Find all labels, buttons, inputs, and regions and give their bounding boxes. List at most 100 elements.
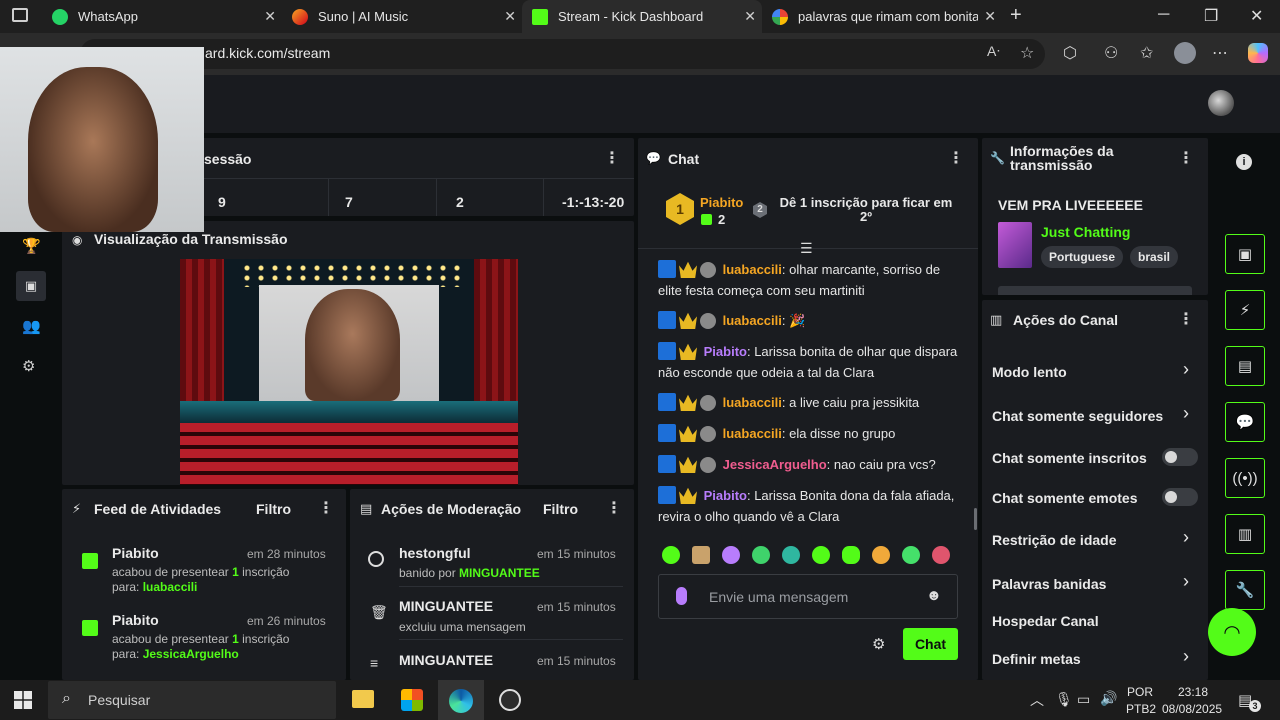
microsoft-store-icon[interactable] xyxy=(401,689,423,711)
close-icon[interactable]: ✕ xyxy=(264,8,276,25)
emote-icon[interactable] xyxy=(662,546,680,564)
channel-actions-button[interactable]: ▥ xyxy=(1225,514,1265,554)
url-input[interactable]: ard.kick.com/stream xyxy=(80,39,1045,69)
taskbar-search-box[interactable]: ⌕ Pesquisar xyxy=(48,681,336,719)
users-icon[interactable]: 👥 xyxy=(22,317,41,335)
clock-time[interactable]: 23:18 xyxy=(1178,685,1208,699)
emote-icon[interactable] xyxy=(692,546,710,564)
emote-icon[interactable] xyxy=(812,546,830,564)
maximize-icon[interactable]: ❐ xyxy=(1204,6,1218,26)
stream-video[interactable] xyxy=(180,259,518,485)
language-indicator[interactable]: POR xyxy=(1127,685,1153,699)
user-avatar[interactable] xyxy=(1208,90,1234,116)
info-icon[interactable]: i xyxy=(1236,154,1252,170)
close-icon[interactable]: ✕ xyxy=(744,8,756,25)
session-menu-icon[interactable]: ⋮ xyxy=(604,148,620,168)
favorite-star-icon[interactable]: ☆ xyxy=(1020,43,1034,63)
chat-filter-icon[interactable]: ☰ xyxy=(800,240,813,257)
chat-username[interactable]: luabaccili xyxy=(723,426,782,441)
action-set-goals[interactable]: Definir metas xyxy=(992,651,1081,667)
action-banned-words[interactable]: Palavras banidas xyxy=(992,576,1106,592)
chevron-right-icon[interactable]: › xyxy=(1183,403,1189,424)
more-icon[interactable]: ⋯ xyxy=(1212,43,1228,63)
tag-chip[interactable]: brasil xyxy=(1130,246,1179,268)
emotes-only-toggle[interactable] xyxy=(1162,488,1198,506)
windows-start-icon[interactable] xyxy=(14,691,32,709)
tag-chip[interactable]: Portuguese xyxy=(1041,246,1124,268)
emoji-picker-icon[interactable]: ☻ xyxy=(926,587,942,604)
tab-actions-icon[interactable] xyxy=(12,8,28,22)
emote-icon[interactable] xyxy=(842,546,860,564)
feed-menu-icon[interactable]: ⋮ xyxy=(318,498,334,518)
feed-filter-button[interactable]: Filtro xyxy=(256,501,291,517)
chat-toggle-button[interactable]: 💬 xyxy=(1225,402,1265,442)
info-menu-icon[interactable]: ⋮ xyxy=(1178,148,1194,168)
minimize-icon[interactable]: ─ xyxy=(1158,6,1169,24)
microphone-icon[interactable]: 🎙 xyxy=(1055,691,1073,708)
stream-info-button[interactable]: 🔧 xyxy=(1225,570,1265,610)
emote-icon[interactable] xyxy=(782,546,800,564)
emote-icon[interactable] xyxy=(932,546,950,564)
browser-essentials-icon[interactable]: ⚇ xyxy=(1104,43,1118,63)
trophy-icon[interactable]: 🏆 xyxy=(22,237,41,255)
copilot-icon[interactable] xyxy=(1248,43,1268,63)
subscribers-only-toggle[interactable] xyxy=(1162,448,1198,466)
profile-avatar[interactable] xyxy=(1174,42,1196,64)
read-aloud-icon[interactable]: Aᐧ xyxy=(987,43,1000,60)
clock-date[interactable]: 08/08/2025 xyxy=(1162,702,1222,716)
category-name[interactable]: Just Chatting xyxy=(1041,224,1130,240)
chevron-right-icon[interactable]: › xyxy=(1183,571,1189,592)
action-host-channel[interactable]: Hospedar Canal xyxy=(992,613,1099,629)
chat-username[interactable]: JessicaArguelho xyxy=(723,457,827,472)
broadcast-button[interactable]: ((•)) xyxy=(1225,458,1265,498)
chat-input-box[interactable]: Envie uma mensagem ☻ xyxy=(658,574,958,619)
tab-google-search[interactable]: palavras que rimam com bonita - ✕ xyxy=(762,0,1002,33)
stream-preview-nav-icon[interactable]: ▣ xyxy=(16,271,46,301)
emote-icon[interactable] xyxy=(722,546,740,564)
window-close-icon[interactable]: ✕ xyxy=(1250,6,1263,26)
chat-send-button[interactable]: Chat xyxy=(903,628,958,660)
close-icon[interactable]: ✕ xyxy=(504,8,516,25)
favorites-icon[interactable]: ✩ xyxy=(1140,43,1153,63)
chat-username[interactable]: Piabito xyxy=(704,488,747,503)
support-chat-icon[interactable]: ◠ xyxy=(1208,608,1256,656)
actions-menu-icon[interactable]: ⋮ xyxy=(1178,309,1194,329)
microphone-icon[interactable] xyxy=(676,587,687,605)
moderation-log-button[interactable]: ▤ xyxy=(1225,346,1265,386)
obs-icon[interactable] xyxy=(499,689,521,711)
new-tab-icon[interactable]: + xyxy=(1010,4,1022,27)
feed-target-user[interactable]: luabaccili xyxy=(143,580,198,594)
chat-username[interactable]: luabaccili xyxy=(723,395,782,410)
stream-preview-toggle-button[interactable]: ▣ xyxy=(1225,234,1265,274)
chevron-right-icon[interactable]: › xyxy=(1183,359,1189,380)
tab-kick-dashboard[interactable]: Stream - Kick Dashboard ✕ xyxy=(522,0,762,33)
chat-menu-icon[interactable]: ⋮ xyxy=(948,148,964,168)
chat-username[interactable]: Piabito xyxy=(704,344,747,359)
action-slow-mode[interactable]: Modo lento xyxy=(992,364,1067,380)
chat-scrollbar[interactable] xyxy=(974,508,977,530)
tab-whatsapp[interactable]: WhatsApp ✕ xyxy=(42,0,282,33)
network-icon[interactable]: ▭ xyxy=(1077,691,1090,708)
action-age-restriction[interactable]: Restrição de idade xyxy=(992,532,1117,548)
settings-icon[interactable]: ⚙ xyxy=(22,357,35,375)
file-explorer-icon[interactable] xyxy=(352,690,374,708)
emote-icon[interactable] xyxy=(872,546,890,564)
emote-icon[interactable] xyxy=(752,546,770,564)
chat-username[interactable]: luabaccili xyxy=(723,262,782,277)
chevron-up-icon[interactable]: ︿ xyxy=(1030,690,1044,710)
extensions-icon[interactable]: ⬡ xyxy=(1063,43,1077,63)
volume-icon[interactable]: 🔊 xyxy=(1100,690,1117,707)
top-gifter-name[interactable]: Piabito xyxy=(700,195,743,210)
action-followers-only[interactable]: Chat somente seguidores xyxy=(992,408,1163,424)
moderation-filter-button[interactable]: Filtro xyxy=(543,501,578,517)
category-thumbnail[interactable] xyxy=(998,222,1032,268)
edit-info-button[interactable] xyxy=(998,286,1192,295)
feed-target-user[interactable]: JessicaArguelho xyxy=(143,647,239,661)
tab-suno[interactable]: Suno | AI Music ✕ xyxy=(282,0,522,33)
chat-username[interactable]: luabaccili xyxy=(723,313,782,328)
chevron-right-icon[interactable]: › xyxy=(1183,646,1189,667)
emote-icon[interactable] xyxy=(902,546,920,564)
quick-actions-button[interactable]: ⚡ xyxy=(1225,290,1265,330)
chevron-right-icon[interactable]: › xyxy=(1183,527,1189,548)
moderation-menu-icon[interactable]: ⋮ xyxy=(606,498,622,518)
